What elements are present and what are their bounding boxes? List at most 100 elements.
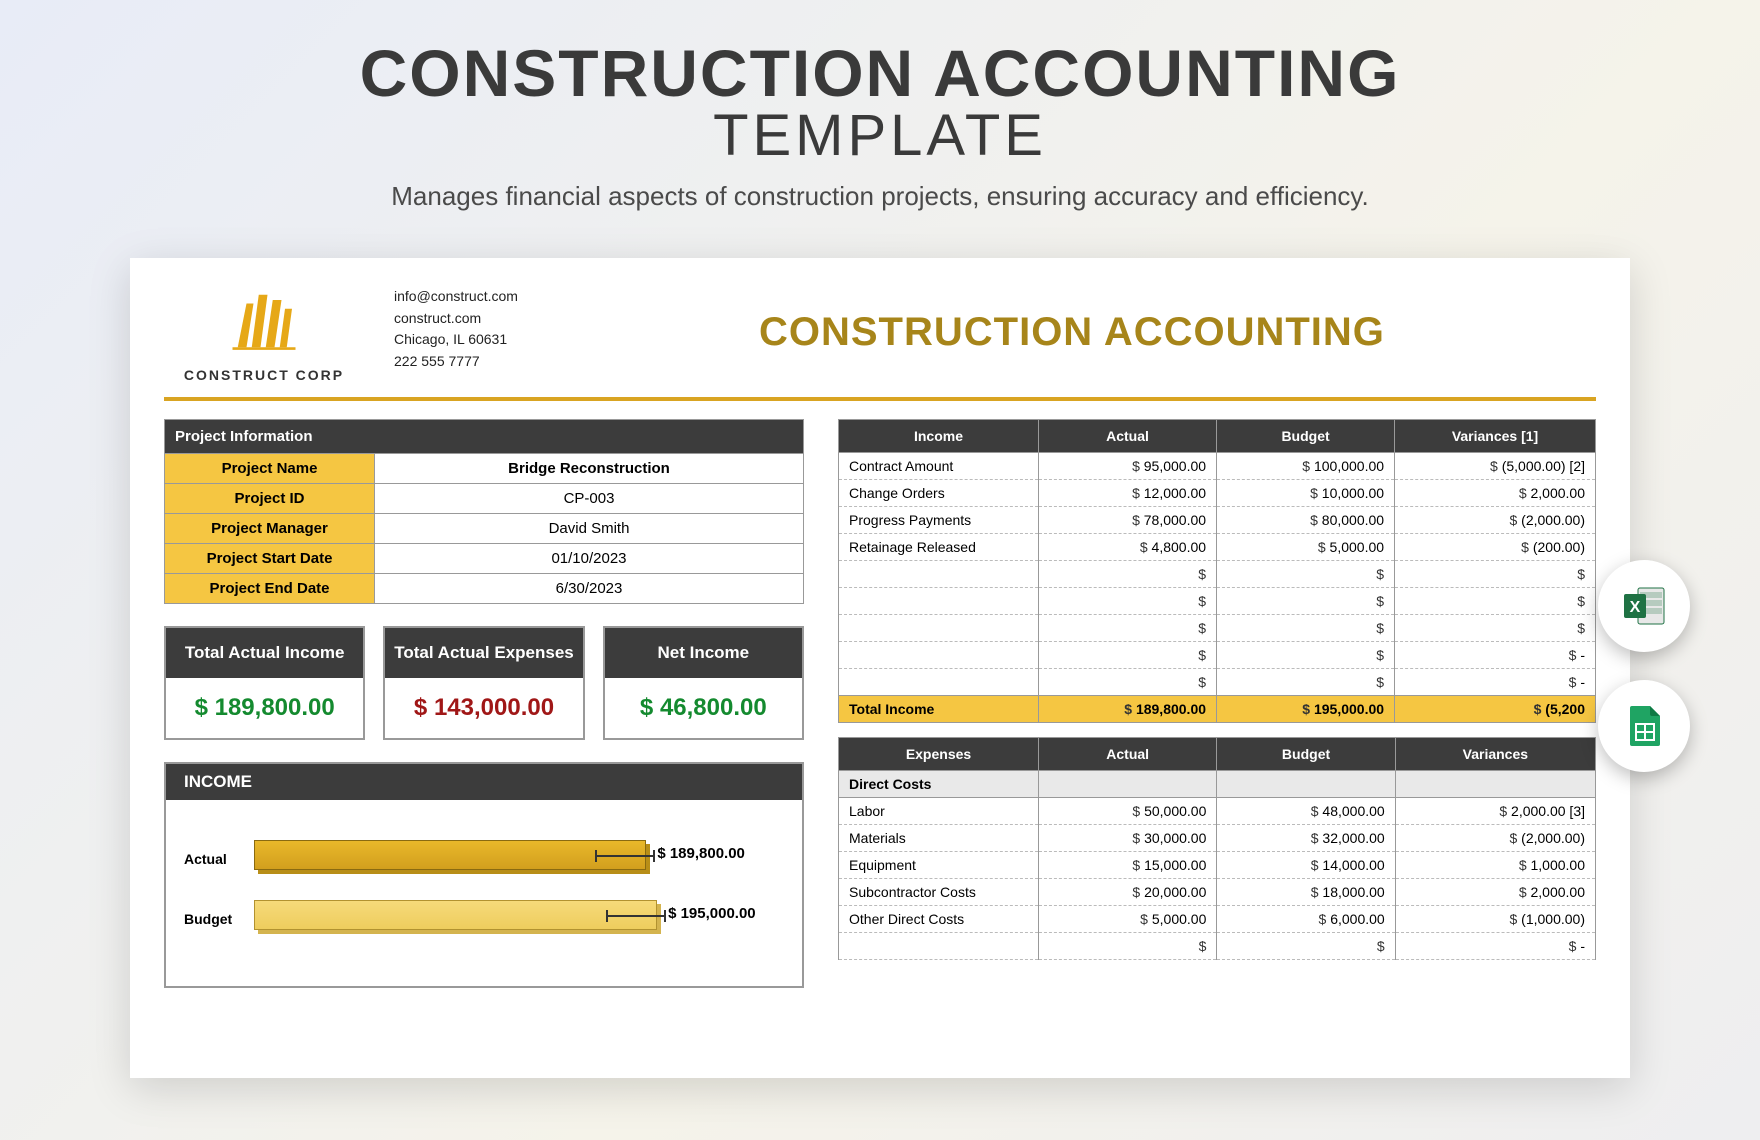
company-web: construct.com <box>394 308 518 330</box>
project-row-label: Project ID <box>165 483 375 513</box>
project-row-label: Project Start Date <box>165 543 375 573</box>
income-header: Income <box>839 419 1039 452</box>
project-row-value: 6/30/2023 <box>375 573 804 603</box>
row-budget: $ 48,000.00 <box>1217 797 1395 824</box>
row-budget: $ 5,000.00 <box>1217 533 1395 560</box>
income-total-row: Total Income $ 189,800.00 $ 195,000.00 $… <box>839 695 1596 722</box>
income-table: IncomeActualBudgetVariances [1] Contract… <box>838 419 1596 723</box>
row-label: Progress Payments <box>839 506 1039 533</box>
expenses-header: Budget <box>1217 737 1395 770</box>
table-row: Other Direct Costs $ 5,000.00 $ 6,000.00… <box>839 905 1596 932</box>
table-row: Retainage Released $ 4,800.00 $ 5,000.00… <box>839 533 1596 560</box>
error-bar <box>595 855 655 857</box>
income-chart: INCOME Actual $ 189,800.00 Budget $ 195,… <box>164 762 804 988</box>
row-variance: $ 1,000.00 <box>1395 851 1595 878</box>
company-phone: 222 555 7777 <box>394 351 518 373</box>
net-income-label: Net Income <box>605 628 802 678</box>
row-actual: $ 20,000.00 <box>1039 878 1217 905</box>
page-subtitle: Manages financial aspects of constructio… <box>0 181 1760 212</box>
table-row-empty: $$$ - <box>839 932 1596 959</box>
company-contact: info@construct.com construct.com Chicago… <box>394 286 518 373</box>
table-row: Subcontractor Costs $ 20,000.00 $ 18,000… <box>839 878 1596 905</box>
table-row-empty: $$$ <box>839 614 1596 641</box>
project-row-value: David Smith <box>375 513 804 543</box>
table-row: Change Orders $ 12,000.00 $ 10,000.00 $ … <box>839 479 1596 506</box>
total-expenses-card: Total Actual Expenses $ 143,000.00 <box>383 626 584 740</box>
row-actual: $ 15,000.00 <box>1039 851 1217 878</box>
excel-icon: X <box>1620 582 1668 630</box>
page-title-line1: CONSTRUCTION ACCOUNTING <box>0 40 1760 106</box>
total-expenses-label: Total Actual Expenses <box>385 628 582 678</box>
row-variance: $ 2,000.00 [3] <box>1395 797 1595 824</box>
row-variance: $ (2,000.00) <box>1395 506 1596 533</box>
row-actual: $ 4,800.00 <box>1039 533 1217 560</box>
row-budget: $ 6,000.00 <box>1217 905 1395 932</box>
company-email: info@construct.com <box>394 286 518 308</box>
table-row: Contract Amount $ 95,000.00 $ 100,000.00… <box>839 452 1596 479</box>
table-row: Materials $ 30,000.00 $ 32,000.00 $ (2,0… <box>839 824 1596 851</box>
table-row: Labor $ 50,000.00 $ 48,000.00 $ 2,000.00… <box>839 797 1596 824</box>
expenses-table: ExpensesActualBudgetVariances Direct Cos… <box>838 737 1596 960</box>
total-income-value: $ 189,800.00 <box>166 678 363 738</box>
row-variance: $ (2,000.00) <box>1395 824 1595 851</box>
table-row-empty: $$$ <box>839 587 1596 614</box>
row-budget: $ 32,000.00 <box>1217 824 1395 851</box>
net-income-value: $ 46,800.00 <box>605 678 802 738</box>
chart-bar-label: Budget <box>184 911 254 927</box>
project-info-header: Project Information <box>165 419 804 453</box>
row-label: Contract Amount <box>839 452 1039 479</box>
project-row-label: Project End Date <box>165 573 375 603</box>
row-variance: $ 2,000.00 <box>1395 479 1596 506</box>
gold-divider <box>164 397 1596 401</box>
total-income-card: Total Actual Income $ 189,800.00 <box>164 626 365 740</box>
row-label: Equipment <box>839 851 1039 878</box>
row-budget: $ 18,000.00 <box>1217 878 1395 905</box>
chart-bar-row: Actual $ 189,800.00 <box>184 840 784 878</box>
google-sheets-icon <box>1620 702 1668 750</box>
row-budget: $ 80,000.00 <box>1217 506 1395 533</box>
project-row-value: 01/10/2023 <box>375 543 804 573</box>
expenses-header: Actual <box>1039 737 1217 770</box>
chart-bar-row: Budget $ 195,000.00 <box>184 900 784 938</box>
income-chart-title: INCOME <box>166 764 802 800</box>
table-row: Equipment $ 15,000.00 $ 14,000.00 $ 1,00… <box>839 851 1596 878</box>
table-row-empty: $$$ - <box>839 641 1596 668</box>
chart-bar-value: $ 195,000.00 <box>668 905 756 922</box>
row-variance: $ (1,000.00) <box>1395 905 1595 932</box>
table-row: Progress Payments $ 78,000.00 $ 80,000.0… <box>839 506 1596 533</box>
row-label: Other Direct Costs <box>839 905 1039 932</box>
page-title-line2: TEMPLATE <box>0 106 1760 167</box>
income-header: Variances [1] <box>1395 419 1596 452</box>
income-header: Actual <box>1039 419 1217 452</box>
document-title: CONSTRUCTION ACCOUNTING <box>548 310 1596 355</box>
project-info-table: Project Information Project Name Bridge … <box>164 419 804 604</box>
row-label: Change Orders <box>839 479 1039 506</box>
row-actual: $ 30,000.00 <box>1039 824 1217 851</box>
row-variance: $ 2,000.00 <box>1395 878 1595 905</box>
row-variance: $ (5,000.00) [2] <box>1395 452 1596 479</box>
error-bar <box>606 915 666 917</box>
table-row-empty: $$$ <box>839 560 1596 587</box>
company-address: Chicago, IL 60631 <box>394 329 518 351</box>
total-expenses-value: $ 143,000.00 <box>385 678 582 738</box>
row-actual: $ 50,000.00 <box>1039 797 1217 824</box>
row-variance: $ (200.00) <box>1395 533 1596 560</box>
net-income-card: Net Income $ 46,800.00 <box>603 626 804 740</box>
row-budget: $ 10,000.00 <box>1217 479 1395 506</box>
row-label: Retainage Released <box>839 533 1039 560</box>
row-label: Subcontractor Costs <box>839 878 1039 905</box>
excel-download-button[interactable]: X <box>1598 560 1690 652</box>
company-name: CONSTRUCT CORP <box>164 367 364 383</box>
spreadsheet-preview: CONSTRUCT CORP info@construct.com constr… <box>130 258 1630 1078</box>
expenses-header: Expenses <box>839 737 1039 770</box>
project-row-label: Project Manager <box>165 513 375 543</box>
expenses-header: Variances <box>1395 737 1595 770</box>
google-sheets-download-button[interactable] <box>1598 680 1690 772</box>
row-actual: $ 12,000.00 <box>1039 479 1217 506</box>
project-row-value: Bridge Reconstruction <box>375 453 804 483</box>
svg-text:X: X <box>1630 599 1641 616</box>
row-actual: $ 5,000.00 <box>1039 905 1217 932</box>
chart-bar-label: Actual <box>184 851 254 867</box>
expenses-section-row: Direct Costs <box>839 770 1596 797</box>
row-actual: $ 95,000.00 <box>1039 452 1217 479</box>
